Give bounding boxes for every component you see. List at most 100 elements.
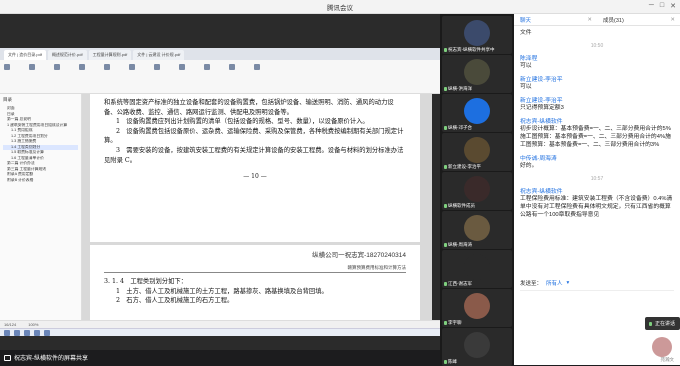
page-indicator[interactable]: 16/124 [4, 322, 16, 327]
participant-name-label: 纵横-周海涛 [448, 242, 472, 247]
participant-name: 纵横软件成员 [444, 203, 475, 209]
save-tool[interactable] [29, 62, 51, 72]
video-tile[interactable]: 纵横-洪海洋 [442, 55, 512, 93]
speaking-indicator[interactable]: 正在讲话 [645, 317, 680, 330]
chat-messages: 文件 10:50 陈泽程 可以 新立建设-李治平 可以 新立建设-李治平 只记得预算定额3 祝志… [514, 26, 680, 278]
paragraph: 1 设备购置费应列出计划购置的清单（包括设备的规格、型号、数量），以设备原价计入… [116, 118, 369, 126]
close-icon[interactable]: ✕ [670, 2, 676, 10]
message-text: 初步设计概算：基本预备费=一、二、三部分费用合计的5%施工图预算：基本预备费=一… [520, 126, 671, 148]
video-tile[interactable]: 陈峰 [442, 328, 512, 366]
send-target-dropdown[interactable]: 所有人 [546, 279, 563, 287]
avatar [464, 332, 490, 358]
video-tile[interactable]: 江西-谢志军 [442, 250, 512, 288]
avatar [652, 337, 672, 357]
section-line: 1 土方、借人工及机械施工的土方工程，路基掺灰、路基换填及台背回填。 [116, 287, 328, 295]
participant-name: 纵横-邓子合 [444, 125, 472, 131]
message-sender[interactable]: 新立建设-李治平 [520, 95, 674, 104]
minimize-icon[interactable]: ─ [649, 2, 654, 10]
open-tool[interactable] [4, 62, 26, 72]
paragraph: 3 需要安装的设备，按建筑安装工程费的有关规定计算设备的安装工程费。设备与材料的… [104, 146, 404, 164]
zoom-out-tool[interactable] [129, 62, 151, 72]
section-heading: 3. 1. 4 工程类别划分如下： [104, 278, 187, 285]
video-tile[interactable]: 纵横-周海涛 [442, 211, 512, 249]
print-tool[interactable] [54, 62, 76, 72]
mic-icon [444, 47, 447, 52]
annotate-icon [229, 64, 235, 70]
video-tile[interactable]: 新立建设-李治平 [442, 133, 512, 171]
close-icon[interactable]: ✕ [670, 17, 675, 23]
message-sender[interactable]: 祝志宾-纵横软件 [520, 186, 674, 195]
participant-name: 陈峰 [444, 359, 457, 365]
message-sender[interactable]: 中传诚-周海涛 [520, 153, 674, 162]
participant-name-label: 李宇聊 [448, 320, 462, 325]
mic-icon [444, 203, 447, 208]
video-tile[interactable]: 祝志宾-纵横软件共享中 [442, 16, 512, 54]
video-tile[interactable]: 纵横软件成员 [442, 172, 512, 210]
hand-icon [79, 64, 85, 70]
mic-icon [444, 281, 447, 286]
message-sender[interactable]: 新立建设-李治平 [520, 74, 674, 83]
tab-members[interactable]: 成员(31) ✕ [597, 14, 680, 25]
highlight-tool[interactable] [204, 62, 226, 72]
cursor-icon [104, 64, 110, 70]
tab-members-label: 成员(31) [603, 17, 624, 24]
zoom-in-icon [154, 64, 160, 70]
participant-name-label: 新立建设-李治平 [448, 164, 481, 169]
zoom-in-tool[interactable] [154, 62, 176, 72]
select-tool[interactable] [104, 62, 126, 72]
avatar [464, 20, 490, 46]
screen-share-icon [4, 354, 11, 361]
participant-name: 江西-谢志军 [444, 281, 472, 287]
annotate-tool[interactable] [229, 62, 251, 72]
message-text: 工程保险费用标准：建筑安装工程费（不含设备费）0.4%清单中没有对工程保险费有具… [520, 196, 673, 218]
toc-header: 目录 [3, 97, 12, 102]
avatar [464, 176, 490, 202]
browser-tab[interactable]: 概述规范计价.pdf [47, 50, 87, 60]
video-tile[interactable]: 纵横-邓子合 [442, 94, 512, 132]
avatar [464, 254, 490, 280]
app-icon[interactable] [44, 329, 50, 336]
os-taskbar [0, 328, 440, 336]
app-icon[interactable] [24, 329, 30, 336]
message-sender[interactable]: 陈泽程 [520, 53, 674, 62]
participant-name: 纵横-洪海洋 [444, 86, 472, 92]
start-icon[interactable] [4, 329, 10, 336]
rotate-tool[interactable] [179, 62, 201, 72]
mic-icon [444, 125, 447, 130]
browser-tab[interactable]: 工程量计算规则.pdf [88, 50, 132, 60]
mic-icon [444, 164, 447, 169]
app-icon[interactable] [34, 329, 40, 336]
zoom-level[interactable]: 100% [28, 322, 38, 327]
highlight-icon [204, 64, 210, 70]
maximize-icon[interactable]: □ [660, 2, 664, 10]
search-tool[interactable] [254, 62, 276, 72]
browser-tab[interactable]: 文件 | 云建设 计价规.pdf [133, 50, 185, 60]
toc-item[interactable]: 附录B 计价表格 [3, 178, 78, 184]
message-sender[interactable]: 祝志宾-纵横软件 [520, 116, 674, 125]
screen-share-bar: 祝志宾-纵横软件的屏幕共享 [0, 350, 440, 365]
pdf-next-page: 纵横公司一祝志宾-18270240314 赣算预算费用标准和计算方法 3. 1.… [90, 245, 420, 320]
pdf-viewport[interactable]: 和系统等固定资产标准的独立设备和配套的设备购置费，包括锅炉设备、输送照明、消防、… [82, 94, 432, 320]
paragraph: 2 设备购置费包括设备原价、运杂费、运输保险费、采购及保管费，各种税费按编制期有… [104, 127, 404, 145]
avatar [464, 137, 490, 163]
close-icon[interactable]: ✕ [587, 17, 592, 23]
browser-tab[interactable]: 文件 | 造价目录.pdf [4, 50, 46, 60]
send-target-row: 发送至： 所有人 ▾ [514, 278, 680, 288]
screen-share-label: 祝志宾-纵横软件的屏幕共享 [14, 356, 88, 362]
message-text: 可以 [520, 63, 532, 69]
mic-icon [444, 359, 447, 364]
chevron-down-icon[interactable]: ▾ [567, 280, 570, 286]
pdf-toolbar [0, 60, 440, 94]
window-titlebar: 腾讯会议 ─ □ ✕ [0, 0, 680, 14]
message-text: 只记得预算定额3 [520, 105, 564, 111]
window-controls: ─ □ ✕ [649, 2, 676, 10]
message-timestamp: 10:57 [590, 176, 604, 182]
hand-tool[interactable] [79, 62, 101, 72]
avatar [464, 293, 490, 319]
app-icon[interactable] [14, 329, 20, 336]
avatar [464, 215, 490, 241]
open-icon [4, 64, 10, 70]
tab-chat[interactable]: 聊天 ✕ [514, 14, 597, 25]
video-tile[interactable]: 李宇聊 [442, 289, 512, 327]
toc-list: 封面 目录 第一篇 总说明 1 建筑安装工程费用项目组成及计算 1.1 费用组成 1.2 … [3, 106, 78, 183]
